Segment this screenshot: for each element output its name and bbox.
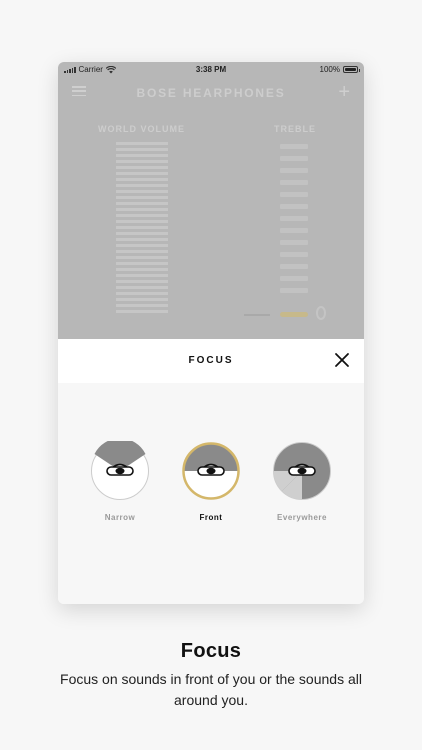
- caption-title: Focus: [180, 640, 242, 662]
- battery-percent: 100%: [319, 65, 340, 74]
- everywhere-label: Everywhere: [277, 513, 327, 522]
- focus-sheet: FOCUS Narrow Front Everywhere: [58, 339, 364, 604]
- focus-option-front[interactable]: Front: [181, 441, 241, 522]
- world-volume-slider[interactable]: [116, 142, 168, 316]
- battery-icon: [343, 66, 360, 73]
- phone-screen: Carrier 3:38 PM 100% BOSE HEARPHONES + W…: [58, 62, 364, 604]
- treble-label: TREBLE: [274, 124, 316, 134]
- status-right: 100%: [319, 65, 360, 74]
- narrow-label: Narrow: [104, 513, 136, 522]
- app-title: BOSE HEARPHONES: [136, 86, 286, 100]
- status-time: 3:38 PM: [195, 65, 227, 74]
- treble-value-glyph: [316, 306, 326, 320]
- front-focus-icon: [182, 442, 240, 500]
- dimmed-app-background: Carrier 3:38 PM 100% BOSE HEARPHONES + W…: [58, 62, 364, 339]
- focus-option-narrow[interactable]: Narrow: [90, 441, 150, 522]
- caption-text: Focus on sounds in front of you or the s…: [60, 671, 362, 708]
- status-bar: Carrier 3:38 PM 100%: [58, 62, 364, 78]
- slider-indicator-line: [244, 314, 270, 316]
- app-header: BOSE HEARPHONES +: [58, 80, 364, 104]
- treble-level-marker: [280, 312, 308, 317]
- close-icon[interactable]: [334, 352, 350, 368]
- plus-icon[interactable]: +: [338, 82, 350, 102]
- everywhere-focus-icon: [273, 442, 331, 500]
- world-volume-label: WORLD VOLUME: [98, 124, 185, 134]
- focus-option-everywhere[interactable]: Everywhere: [272, 441, 332, 522]
- focus-sheet-header: FOCUS: [58, 339, 364, 383]
- front-label: Front: [199, 513, 223, 522]
- focus-sheet-title: FOCUS: [188, 355, 234, 366]
- treble-slider[interactable]: [280, 144, 308, 300]
- narrow-focus-icon: [91, 441, 149, 500]
